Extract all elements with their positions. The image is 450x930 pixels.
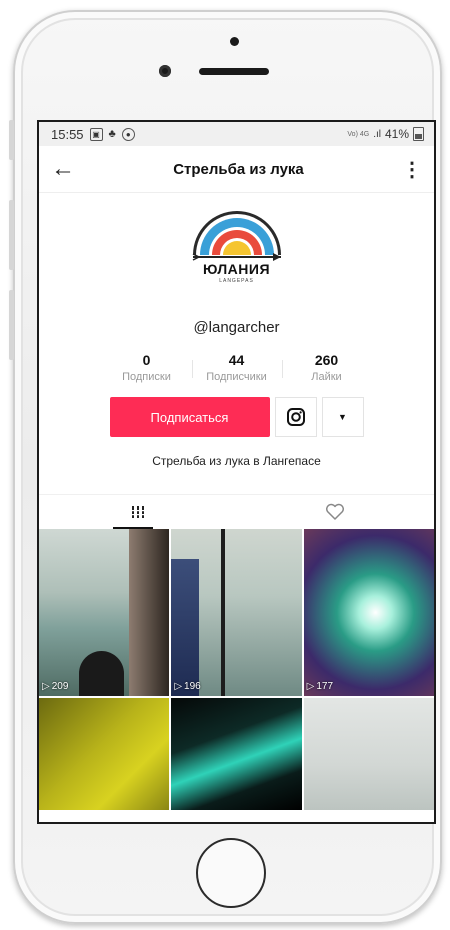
more-vertical-icon[interactable]: ⋮: [402, 157, 422, 182]
view-count: ▷ 209: [42, 681, 69, 692]
logo-text: ЮЛАНИЯ: [202, 261, 271, 277]
suggestions-dropdown-button[interactable]: ▼: [321, 397, 364, 437]
content-tabs: [39, 494, 434, 529]
video-thumbnail[interactable]: ▷ 177: [303, 529, 434, 696]
stat-label: Лайки: [311, 371, 342, 383]
profile-actions: Подписаться ▼: [39, 397, 434, 437]
video-thumbnail[interactable]: [171, 698, 302, 810]
status-bar: 15:55 ▣ ♣ ● Vo) 4G .ıl 41%: [39, 122, 434, 146]
battery-percent: 41%: [384, 127, 409, 141]
back-arrow-icon[interactable]: ←: [51, 157, 75, 181]
earpiece-speaker: [199, 68, 269, 75]
play-icon: ▷: [306, 681, 315, 692]
stat-followers[interactable]: 44 Подписчики: [191, 352, 282, 383]
app-header: ← Стрельба из лука ⋮: [39, 146, 434, 193]
network-indicator: Vo) 4G: [347, 130, 370, 138]
follow-button[interactable]: Подписаться: [109, 397, 270, 437]
image-notification-icon: ▣: [89, 127, 103, 141]
stat-value: 0: [142, 352, 151, 368]
grid-videos-icon: [129, 506, 146, 518]
stat-likes[interactable]: 260 Лайки: [281, 352, 372, 383]
signal-icon: .ıl: [373, 128, 381, 140]
front-camera: [159, 65, 171, 77]
phone-volume-up: [9, 200, 14, 270]
stat-value: 260: [314, 352, 339, 368]
sensor-dot: [230, 37, 239, 46]
stat-value: 44: [228, 352, 245, 368]
record-notification-icon: ●: [121, 127, 135, 141]
app-notification-icon: ♣: [108, 128, 116, 140]
video-thumbnail[interactable]: ▷ 196: [171, 529, 302, 696]
view-count: ▷ 196: [174, 681, 201, 692]
logo-subtext: LANGEPAS: [219, 278, 254, 284]
profile-bio: Стрельба из лука в Лангепасе: [152, 454, 321, 468]
heart-icon: [326, 503, 345, 520]
video-thumbnail[interactable]: [303, 698, 434, 810]
video-thumbnail[interactable]: ▷ 209: [39, 529, 170, 696]
profile-avatar[interactable]: ЮЛАНИЯ LANGEPAS: [187, 207, 287, 295]
instagram-icon: [286, 408, 305, 426]
stat-label: Подписчики: [206, 371, 267, 383]
play-icon: ▷: [174, 681, 183, 692]
instagram-button[interactable]: [274, 397, 317, 437]
tab-videos[interactable]: [39, 495, 237, 529]
phone-volume-down: [9, 290, 14, 360]
status-time: 15:55: [51, 126, 84, 142]
stat-label: Подписки: [122, 371, 171, 383]
phone-screen: 15:55 ▣ ♣ ● Vo) 4G .ıl 41% ← Стрельба из…: [37, 120, 436, 824]
battery-icon: [413, 127, 424, 141]
username: @langarcher: [193, 319, 280, 336]
video-thumbnail[interactable]: [39, 698, 170, 810]
view-count: ▷ 177: [306, 681, 334, 692]
stat-following[interactable]: 0 Подписки: [102, 352, 192, 383]
home-button[interactable]: [196, 838, 266, 908]
profile-stats: 0 Подписки 44 Подписчики 260 Лайки: [39, 352, 434, 383]
tab-liked[interactable]: [237, 495, 435, 529]
page-title: Стрельба из лука: [173, 160, 304, 178]
phone-side-button: [9, 120, 14, 160]
play-icon: ▷: [42, 681, 50, 692]
dropdown-arrow-icon: ▼: [338, 412, 347, 422]
video-grid: ▷ 209 ▷ 196 ▷ 177: [39, 529, 434, 810]
